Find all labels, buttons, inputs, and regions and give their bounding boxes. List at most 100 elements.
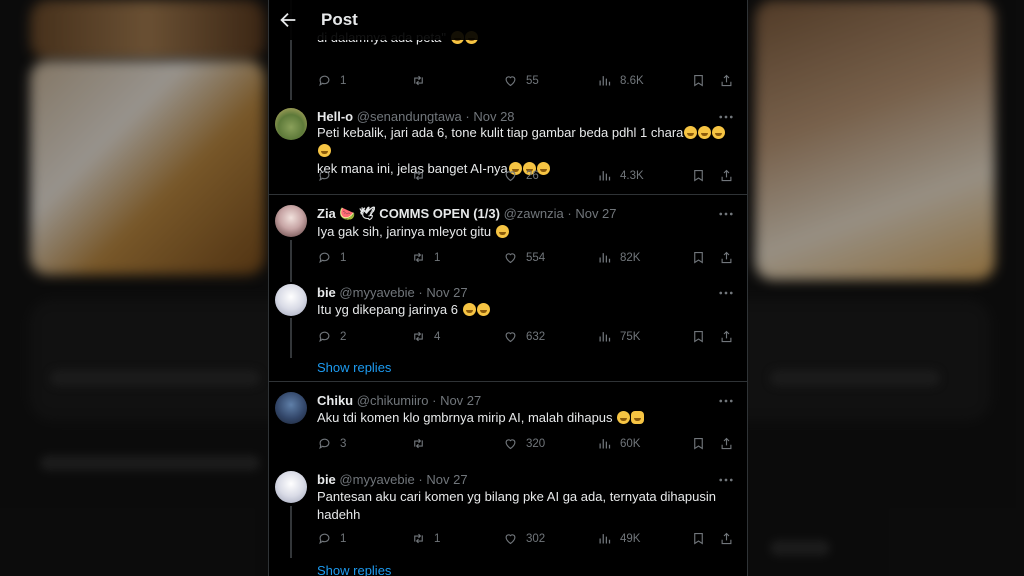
dot-separator: ·: [567, 206, 572, 221]
avatar[interactable]: [275, 471, 307, 503]
views-button[interactable]: 4.3K: [597, 168, 644, 183]
reply-button[interactable]: 2: [317, 329, 346, 344]
emoji-crying-icon: [712, 126, 726, 139]
emoji-grin-icon: [617, 411, 631, 424]
reply-icon: [319, 170, 330, 182]
views-icon: [599, 439, 611, 449]
like-button[interactable]: 320: [503, 436, 545, 451]
bookmark-button[interactable]: [691, 73, 706, 88]
top-bar: Post: [269, 0, 747, 40]
bookmark-icon: [694, 74, 703, 87]
post-date[interactable]: Nov 27: [440, 393, 481, 408]
author-handle[interactable]: @senandungtawa: [357, 109, 462, 124]
like-button[interactable]: 554: [503, 250, 545, 265]
reply-count: 1: [340, 74, 347, 87]
author-name[interactable]: Zia 🍉 🕊 COMMS OPEN (1/3): [317, 206, 500, 221]
retweet-button[interactable]: 1: [411, 531, 440, 546]
show-replies-link[interactable]: Show replies: [317, 360, 391, 375]
share-button[interactable]: [719, 436, 734, 451]
bookmark-button[interactable]: [691, 250, 706, 265]
like-icon: [505, 439, 516, 450]
views-button[interactable]: 8.6K: [597, 73, 644, 88]
post-header: Hell-o @senandungtawa · Nov 28: [317, 109, 515, 124]
author-handle[interactable]: @chikumiiro: [357, 393, 429, 408]
author-handle[interactable]: @myyavebie: [339, 285, 414, 300]
avatar[interactable]: [275, 205, 307, 237]
bookmark-icon: [694, 437, 703, 450]
bookmark-icon: [694, 169, 703, 182]
more-icon[interactable]: [717, 471, 735, 489]
share-icon: [721, 169, 732, 182]
share-button[interactable]: [719, 329, 734, 344]
like-button[interactable]: 26: [503, 168, 539, 183]
more-icon[interactable]: [717, 205, 735, 223]
avatar[interactable]: [275, 108, 307, 140]
bookmark-button[interactable]: [691, 168, 706, 183]
bookmark-button[interactable]: [691, 531, 706, 546]
avatar[interactable]: [275, 392, 307, 424]
share-button[interactable]: [719, 531, 734, 546]
reply-button[interactable]: 1: [317, 531, 346, 546]
bookmark-button[interactable]: [691, 436, 706, 451]
views-count: 4.3K: [620, 169, 644, 182]
views-button[interactable]: 49K: [597, 531, 640, 546]
like-button[interactable]: 302: [503, 531, 545, 546]
post-date[interactable]: Nov 27: [426, 472, 467, 487]
retweet-icon: [414, 533, 423, 544]
emoji-crying-icon: [462, 303, 476, 316]
share-icon: [721, 330, 732, 343]
retweet-button[interactable]: 4: [411, 329, 440, 344]
like-button[interactable]: 55: [503, 73, 539, 88]
views-count: 49K: [620, 532, 641, 545]
post[interactable]: Zia 🍉 🕊 COMMS OPEN (1/3) @zawnzia · Nov …: [269, 196, 747, 276]
views-button[interactable]: 60K: [597, 436, 640, 451]
bookmark-button[interactable]: [691, 329, 706, 344]
share-button[interactable]: [719, 168, 734, 183]
post[interactable]: bie @myyavebie · Nov 27 Itu yg dikepang …: [269, 276, 747, 376]
retweet-button[interactable]: [411, 436, 434, 451]
post-date[interactable]: Nov 28: [473, 109, 514, 124]
author-name[interactable]: Chiku: [317, 393, 353, 408]
retweet-icon: [414, 438, 423, 449]
views-button[interactable]: 82K: [597, 250, 640, 265]
reply-button[interactable]: 1: [317, 250, 346, 265]
emoji-crying-icon: [495, 225, 509, 238]
more-icon[interactable]: [717, 284, 735, 302]
author-name[interactable]: Hell-o: [317, 109, 353, 124]
author-name[interactable]: bie: [317, 472, 336, 487]
author-handle[interactable]: @myyavebie: [339, 472, 414, 487]
author-handle[interactable]: @zawnzia: [504, 206, 564, 221]
reply-button[interactable]: [317, 168, 340, 183]
reply-button[interactable]: 1: [317, 73, 346, 88]
post-text: Pantesan aku cari komen yg bilang pke AI…: [317, 488, 737, 524]
back-arrow-icon[interactable]: [277, 9, 299, 31]
share-button[interactable]: [719, 250, 734, 265]
post-text-line: Itu yg dikepang jarinya 6: [317, 302, 458, 317]
emoji-crying-icon: [476, 303, 490, 316]
like-count: 632: [526, 330, 546, 343]
reply-icon: [319, 75, 330, 87]
views-icon: [599, 534, 611, 544]
share-button[interactable]: [719, 73, 734, 88]
show-replies-link[interactable]: Show replies: [317, 563, 391, 576]
like-button[interactable]: 632: [503, 329, 545, 344]
post-date[interactable]: Nov 27: [575, 206, 616, 221]
post[interactable]: Hell-o @senandungtawa · Nov 28 Peti keba…: [269, 100, 747, 192]
avatar[interactable]: [275, 284, 307, 316]
post[interactable]: Chiku @chikumiiro · Nov 27 Aku tdi komen…: [269, 383, 747, 463]
retweet-count: 4: [434, 330, 441, 343]
retweet-icon: [414, 170, 423, 181]
author-name[interactable]: bie: [317, 285, 336, 300]
reply-button[interactable]: 3: [317, 436, 346, 451]
views-button[interactable]: 75K: [597, 329, 640, 344]
retweet-button[interactable]: [411, 168, 434, 183]
retweet-button[interactable]: [411, 73, 434, 88]
post-actions: 1 55 8.6K: [317, 73, 737, 91]
divider: [269, 194, 747, 195]
views-icon: [599, 76, 611, 86]
more-icon[interactable]: [717, 392, 735, 410]
post-date[interactable]: Nov 27: [426, 285, 467, 300]
like-count: 26: [526, 169, 539, 182]
retweet-button[interactable]: 1: [411, 250, 440, 265]
post[interactable]: bie @myyavebie · Nov 27 Pantesan aku car…: [269, 463, 747, 576]
